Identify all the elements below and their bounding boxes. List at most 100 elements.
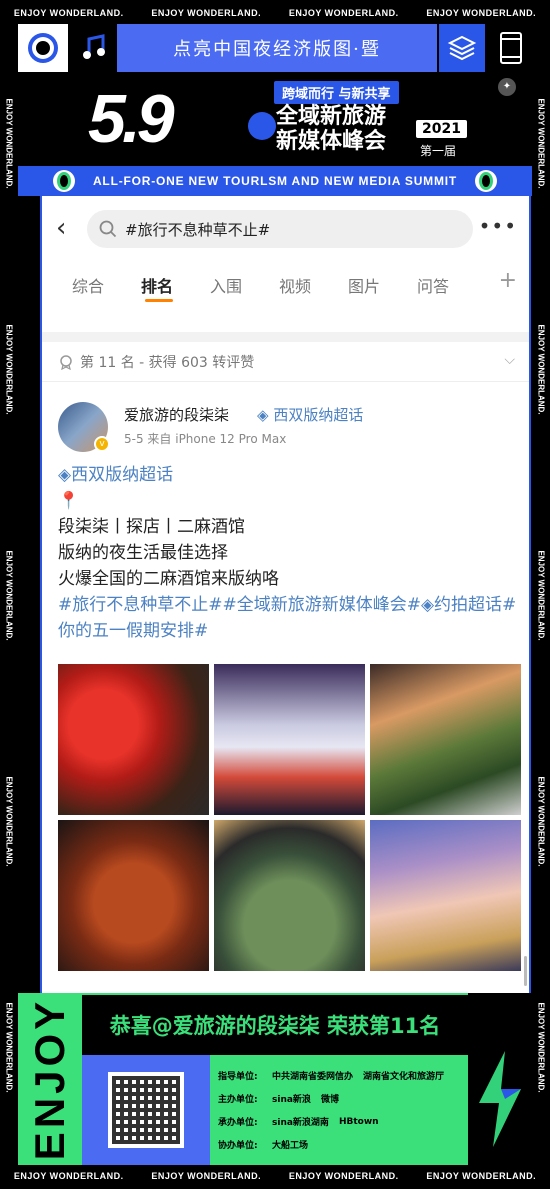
topic-label: 西双版纳超话 <box>71 465 174 485</box>
summit-tagline: 跨域而行 与新共享 <box>274 81 399 104</box>
summit-english-title: ALL-FOR-ONE NEW TOURLSM AND NEW MEDIA SU… <box>92 174 458 188</box>
user-topic-label: 西双版纳超话 <box>273 406 364 424</box>
organizer-value: 湖南省文化和旅游厅 <box>363 1072 445 1082</box>
summit-year: 2021 <box>416 120 467 138</box>
congrats-banner: 恭喜@爱旅游的段柒柒 荣获第11名 <box>82 993 468 1055</box>
search-icon <box>99 220 117 238</box>
summit-title-line2: 新媒体峰会 <box>276 129 387 154</box>
border-text: ENJOY WONDERLAND. <box>426 1171 537 1181</box>
border-text: ENJOY WONDERLAND. <box>288 8 399 18</box>
phone-icon <box>490 24 532 72</box>
footer-panel: ENJOY 恭喜@爱旅游的段柒柒 荣获第11名 指导单位: 中共湖南省委网信办 … <box>18 993 532 1165</box>
tab-video[interactable]: 视频 <box>279 273 348 297</box>
bottom-border-strip: ENJOY WONDERLAND. ENJOY WONDERLAND. ENJO… <box>0 1165 550 1187</box>
qr-code-icon[interactable] <box>108 1072 184 1148</box>
post-line2: 版纳的夜生活最佳选择 <box>58 543 228 563</box>
post-line3: 火爆全国的二麻酒馆来版纳咯 <box>58 569 279 589</box>
search-input[interactable]: #旅行不息种草不止# <box>87 210 473 248</box>
border-text: ENJOY WONDERLAND. <box>151 8 262 18</box>
border-text: ENJOY WONDERLAND. <box>536 1001 546 1093</box>
post-meta: 5-5 来自 iPhone 12 Pro Max <box>124 432 287 446</box>
organizer-key: 指导单位: <box>218 1072 258 1082</box>
rank-text: 第 11 名 - 获得 603 转评赞 <box>80 354 255 371</box>
enjoy-text: ENJOY <box>26 997 74 1161</box>
chevron-down-icon[interactable]: ⌵ <box>504 352 515 368</box>
summit-date-number: 5.9 <box>88 81 175 157</box>
tab-images[interactable]: 图片 <box>348 273 417 297</box>
top-border-strip: ENJOY WONDERLAND. ENJOY WONDERLAND. ENJO… <box>0 2 550 24</box>
post-image[interactable] <box>58 664 209 815</box>
organizer-row: 承办单位: sina新浪湖南 HBtown <box>218 1115 460 1129</box>
border-text: ENJOY WONDERLAND. <box>536 323 546 415</box>
search-query: #旅行不息种草不止# <box>125 220 271 239</box>
border-text: ENJOY WONDERLAND. <box>4 323 14 415</box>
user-topic-link[interactable]: ◈ 西双版纳超话 <box>257 404 363 425</box>
summit-edition: 第一届 <box>420 144 457 158</box>
border-text: ENJOY WONDERLAND. <box>536 97 546 189</box>
verified-badge-icon: v <box>94 436 110 452</box>
border-text: ENJOY WONDERLAND. <box>4 97 14 189</box>
organizer-value: sina新浪 <box>272 1095 311 1105</box>
organizer-value: sina新浪湖南 <box>272 1118 329 1128</box>
border-text: ENJOY WONDERLAND. <box>536 775 546 867</box>
post-username[interactable]: 爱旅游的段柒柒 <box>124 404 229 425</box>
post-hashtags[interactable]: #旅行不息种草不止##全域新旅游新媒体峰会#◈约拍超话#你的五一假期安排# <box>58 592 518 644</box>
right-border-strip: ENJOY WONDERLAND. ENJOY WONDERLAND. ENJO… <box>532 30 550 1160</box>
eye-icon <box>475 170 497 192</box>
qr-code-box <box>82 1055 210 1165</box>
scrollbar[interactable] <box>524 956 527 986</box>
music-note-icon <box>74 28 114 68</box>
border-text: ENJOY WONDERLAND. <box>426 8 537 18</box>
tab-comprehensive[interactable]: 综合 <box>72 273 141 297</box>
summit-title-block: 5.9 跨域而行 与新共享 全域新旅游 新媒体峰会 2021 第一届 ✦ <box>18 76 532 166</box>
summit-title: 全域新旅游 新媒体峰会 <box>276 104 386 154</box>
enjoy-vertical-label: ENJOY <box>18 993 82 1165</box>
eye-logo-icon <box>18 24 68 72</box>
post-image[interactable] <box>214 664 365 815</box>
back-arrow-icon[interactable]: ‹ <box>56 215 66 241</box>
post-image[interactable] <box>370 820 521 971</box>
sticker-icon: ✦ <box>498 78 516 96</box>
border-text: ENJOY WONDERLAND. <box>4 549 14 641</box>
add-tab-icon[interactable]: + <box>499 268 517 293</box>
weibo-screen: ‹ #旅行不息种草不止# ••• 综合 排名 入围 视频 图片 问答 + 第 1… <box>40 196 531 993</box>
tab-qa[interactable]: 问答 <box>417 273 486 297</box>
post-line1: 段柒柒丨探店丨二麻酒馆 <box>58 517 245 537</box>
organizer-value: 微博 <box>320 1095 339 1105</box>
border-text: ENJOY WONDERLAND. <box>13 8 124 18</box>
lightning-bolt-icon <box>468 1033 532 1165</box>
organizer-value: 中共湖南省委网信办 <box>272 1072 354 1082</box>
more-options-icon[interactable]: ••• <box>479 214 517 238</box>
tab-ranking[interactable]: 排名 <box>141 273 210 302</box>
border-text: ENJOY WONDERLAND. <box>13 1171 124 1181</box>
post-image[interactable] <box>58 820 209 971</box>
organizer-row: 主办单位: sina新浪 微博 <box>218 1092 460 1105</box>
summit-english-band: ALL-FOR-ONE NEW TOURLSM AND NEW MEDIA SU… <box>18 166 532 196</box>
tab-shortlist[interactable]: 入围 <box>210 273 279 297</box>
layers-icon <box>439 24 485 72</box>
search-tabs: 综合 排名 入围 视频 图片 问答 <box>42 260 529 310</box>
post-body: ◈西双版纳超话 📍 段柒柒丨探店丨二麻酒馆 版纳的夜生活最佳选择 火爆全国的二麻… <box>58 462 518 644</box>
border-text: ENJOY WONDERLAND. <box>536 549 546 641</box>
blue-dot-decoration <box>248 112 276 140</box>
left-border-strip: ENJOY WONDERLAND. ENJOY WONDERLAND. ENJO… <box>0 30 18 1160</box>
post-image-grid <box>58 664 521 971</box>
organizer-key: 主办单位: <box>218 1095 258 1105</box>
medal-icon <box>60 354 72 370</box>
border-text: ENJOY WONDERLAND. <box>288 1171 399 1181</box>
night-economy-banner: 点亮中国夜经济版图·暨 <box>117 24 437 72</box>
rank-row[interactable]: 第 11 名 - 获得 603 转评赞 ⌵ <box>42 342 529 382</box>
border-text: ENJOY WONDERLAND. <box>151 1171 262 1181</box>
organizers-list: 指导单位: 中共湖南省委网信办 湖南省文化和旅游厅 主办单位: sina新浪 微… <box>210 1055 468 1165</box>
eye-icon <box>53 170 75 192</box>
organizer-value: 大船工场 <box>272 1141 309 1151</box>
organizer-key: 协办单位: <box>218 1141 258 1151</box>
organizer-value: HBtown <box>338 1116 379 1127</box>
summit-title-line1: 全域新旅游 <box>276 104 387 129</box>
poster-frame: ENJOY WONDERLAND. ENJOY WONDERLAND. ENJO… <box>0 0 550 1189</box>
organizer-row: 协办单位: 大船工场 <box>218 1138 460 1151</box>
topic-link[interactable]: ◈西双版纳超话 <box>58 462 518 488</box>
organizer-key: 承办单位: <box>218 1118 258 1128</box>
post-image[interactable] <box>370 664 521 815</box>
post-image[interactable] <box>214 820 365 971</box>
